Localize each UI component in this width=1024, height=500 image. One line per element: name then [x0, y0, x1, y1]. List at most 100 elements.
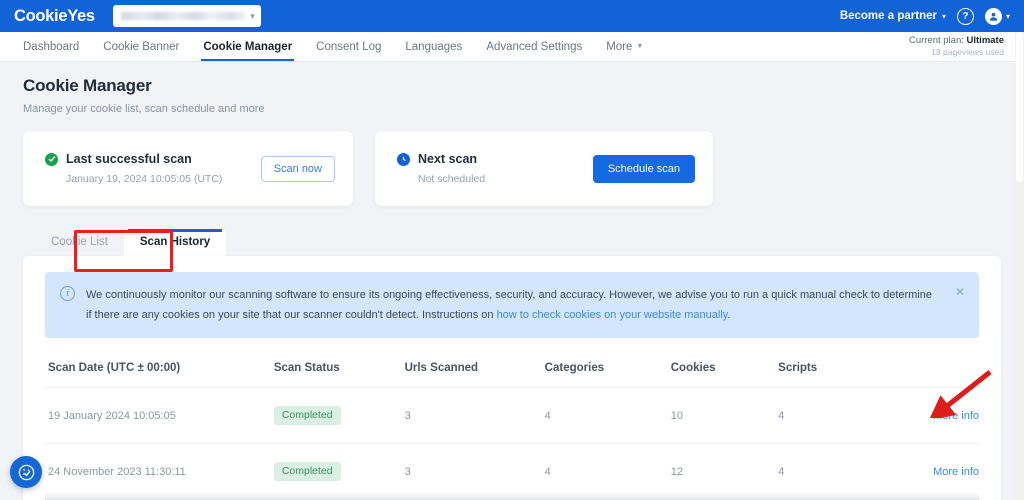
- top-header-bar: CookieYes ▾ Become a partner ▾ ? ▾: [0, 0, 1024, 32]
- content-tabs: Cookie List Scan History: [23, 226, 1001, 272]
- col-header-actions: [890, 352, 979, 389]
- schedule-scan-button[interactable]: Schedule scan: [592, 154, 695, 183]
- cookieyes-logo[interactable]: CookieYes: [14, 7, 95, 26]
- app-root: CookieYes ▾ Become a partner ▾ ? ▾ Dashb…: [0, 0, 1024, 500]
- last-scan-timestamp: January 19, 2024 10:05:05 (UTC): [66, 173, 223, 185]
- account-menu[interactable]: ▾: [984, 7, 1010, 25]
- cell-categories: 4: [544, 387, 671, 445]
- col-header-scan-date: Scan Date (UTC ± 00:00): [45, 352, 274, 389]
- main-navigation: Dashboard Cookie Banner Cookie Manager C…: [0, 32, 1024, 62]
- header-right-group: Become a partner ▾ ? ▾: [840, 7, 1010, 25]
- nav-label: Consent Log: [316, 40, 382, 53]
- site-selector-dropdown[interactable]: ▾: [112, 5, 261, 27]
- nav-label: Advanced Settings: [486, 40, 583, 53]
- current-plan-prefix: Current plan:: [908, 34, 967, 46]
- chevron-down-icon: ▾: [941, 11, 946, 21]
- site-selector-value-redacted: [120, 12, 247, 20]
- page-content: Cookie Manager Manage your cookie list, …: [0, 62, 1024, 500]
- help-icon[interactable]: ?: [956, 7, 974, 25]
- more-info-link[interactable]: More info: [933, 466, 979, 478]
- cell-scripts: 4: [778, 387, 891, 445]
- table-body: 19 January 2024 10:05:05 Completed 3 4 1…: [45, 387, 979, 500]
- col-header-scripts: Scripts: [778, 352, 891, 389]
- nav-label: Cookie Manager: [203, 40, 293, 53]
- nav-item-cookie-banner[interactable]: Cookie Banner: [91, 32, 191, 61]
- info-banner-text: We continuously monitor our scanning sof…: [86, 285, 944, 325]
- cell-urls-scanned: 3: [404, 443, 545, 500]
- more-info-link[interactable]: More info: [933, 410, 979, 422]
- check-circle-icon: [45, 152, 58, 166]
- col-header-cookies: Cookies: [670, 352, 779, 389]
- nav-item-advanced-settings[interactable]: Advanced Settings: [474, 32, 594, 61]
- next-scan-status: Not scheduled: [418, 173, 486, 185]
- scan-history-table: Scan Date (UTC ± 00:00) Scan Status Urls…: [45, 352, 979, 500]
- info-banner: i We continuously monitor our scanning s…: [45, 272, 979, 339]
- scrollbar-thumb[interactable]: [1016, 32, 1023, 182]
- chevron-down-icon: ▾: [1005, 11, 1010, 21]
- next-scan-head: Next scan: [397, 152, 593, 166]
- cell-scripts: 4: [778, 443, 891, 500]
- clock-circle-icon: [397, 152, 410, 166]
- tab-cookie-list[interactable]: Cookie List: [35, 229, 124, 256]
- banner-text-after: .: [727, 309, 731, 322]
- status-badge: Completed: [273, 462, 341, 482]
- tab-label: Cookie List: [51, 236, 108, 248]
- page-title: Cookie Manager: [23, 76, 152, 95]
- page-subtitle: Manage your cookie list, scan schedule a…: [23, 103, 265, 115]
- cell-action: More info: [890, 387, 979, 445]
- become-a-partner-menu[interactable]: Become a partner ▾: [840, 10, 946, 22]
- col-header-categories: Categories: [544, 352, 671, 389]
- tab-scan-history[interactable]: Scan History: [123, 229, 227, 256]
- last-scan-head: Last successful scan: [45, 152, 261, 166]
- cookie-consent-widget-button[interactable]: [10, 456, 42, 488]
- scan-history-panel: i We continuously monitor our scanning s…: [23, 256, 1001, 500]
- current-plan-name: Ultimate: [966, 34, 1004, 46]
- cell-scan-date: 19 January 2024 10:05:05: [45, 387, 274, 445]
- nav-label: Languages: [405, 40, 463, 53]
- nav-label: More: [606, 40, 633, 53]
- status-badge: Completed: [273, 406, 341, 426]
- nav-item-dashboard[interactable]: Dashboard: [18, 32, 91, 61]
- chevron-down-icon: ▾: [250, 10, 255, 21]
- info-icon: i: [60, 286, 75, 301]
- cell-cookies: 10: [670, 387, 779, 445]
- last-scan-info: Last successful scan January 19, 2024 10…: [45, 152, 261, 185]
- last-scan-title: Last successful scan: [66, 152, 192, 166]
- next-scan-info: Next scan Not scheduled: [397, 152, 593, 185]
- next-scan-title: Next scan: [418, 152, 478, 166]
- close-icon[interactable]: ✕: [955, 286, 965, 298]
- cell-scan-status: Completed: [273, 443, 405, 500]
- manual-check-link[interactable]: how to check cookies on your website man…: [497, 309, 728, 321]
- cell-cookies: 12: [670, 443, 779, 500]
- cookie-consent-icon: [18, 464, 34, 480]
- nav-item-consent-log[interactable]: Consent Log: [304, 32, 393, 61]
- nav-label: Cookie Banner: [103, 40, 180, 53]
- cell-action: More info: [890, 443, 979, 500]
- nav-item-cookie-manager[interactable]: Cookie Manager: [191, 32, 304, 61]
- col-header-scan-status: Scan Status: [273, 352, 405, 389]
- last-successful-scan-card: Last successful scan January 19, 2024 10…: [23, 131, 353, 206]
- current-plan-line: Current plan: Ultimate: [909, 35, 1004, 47]
- user-avatar-icon: [984, 7, 1002, 25]
- table-row[interactable]: 19 January 2024 10:05:05 Completed 3 4 1…: [45, 387, 979, 445]
- tab-label: Scan History: [139, 236, 211, 248]
- logo-text: CookieYes: [14, 6, 95, 25]
- nav-item-languages[interactable]: Languages: [393, 32, 474, 61]
- plan-info: Current plan: Ultimate 18 pageviews used: [909, 32, 1006, 61]
- page-scrollbar[interactable]: [1015, 32, 1024, 500]
- nav-label: Dashboard: [23, 40, 80, 53]
- pageviews-used: 18 pageviews used: [931, 47, 1004, 58]
- table-header-row: Scan Date (UTC ± 00:00) Scan Status Urls…: [45, 352, 979, 389]
- nav-item-more[interactable]: More ▼: [594, 32, 655, 61]
- cell-categories: 4: [544, 443, 671, 500]
- scan-now-button[interactable]: Scan now: [260, 155, 335, 182]
- caret-down-icon: ▼: [636, 43, 644, 50]
- nav-items: Dashboard Cookie Banner Cookie Manager C…: [18, 32, 655, 61]
- table-row[interactable]: 24 November 2023 11:30:11 Completed 3 4 …: [45, 443, 979, 500]
- cell-urls-scanned: 3: [404, 387, 545, 445]
- col-header-urls-scanned: Urls Scanned: [404, 352, 545, 389]
- table-head: Scan Date (UTC ± 00:00) Scan Status Urls…: [45, 352, 979, 389]
- cell-scan-date: 24 November 2023 11:30:11: [45, 443, 274, 500]
- next-scan-card: Next scan Not scheduled Schedule scan: [375, 131, 713, 206]
- cell-scan-status: Completed: [273, 387, 405, 445]
